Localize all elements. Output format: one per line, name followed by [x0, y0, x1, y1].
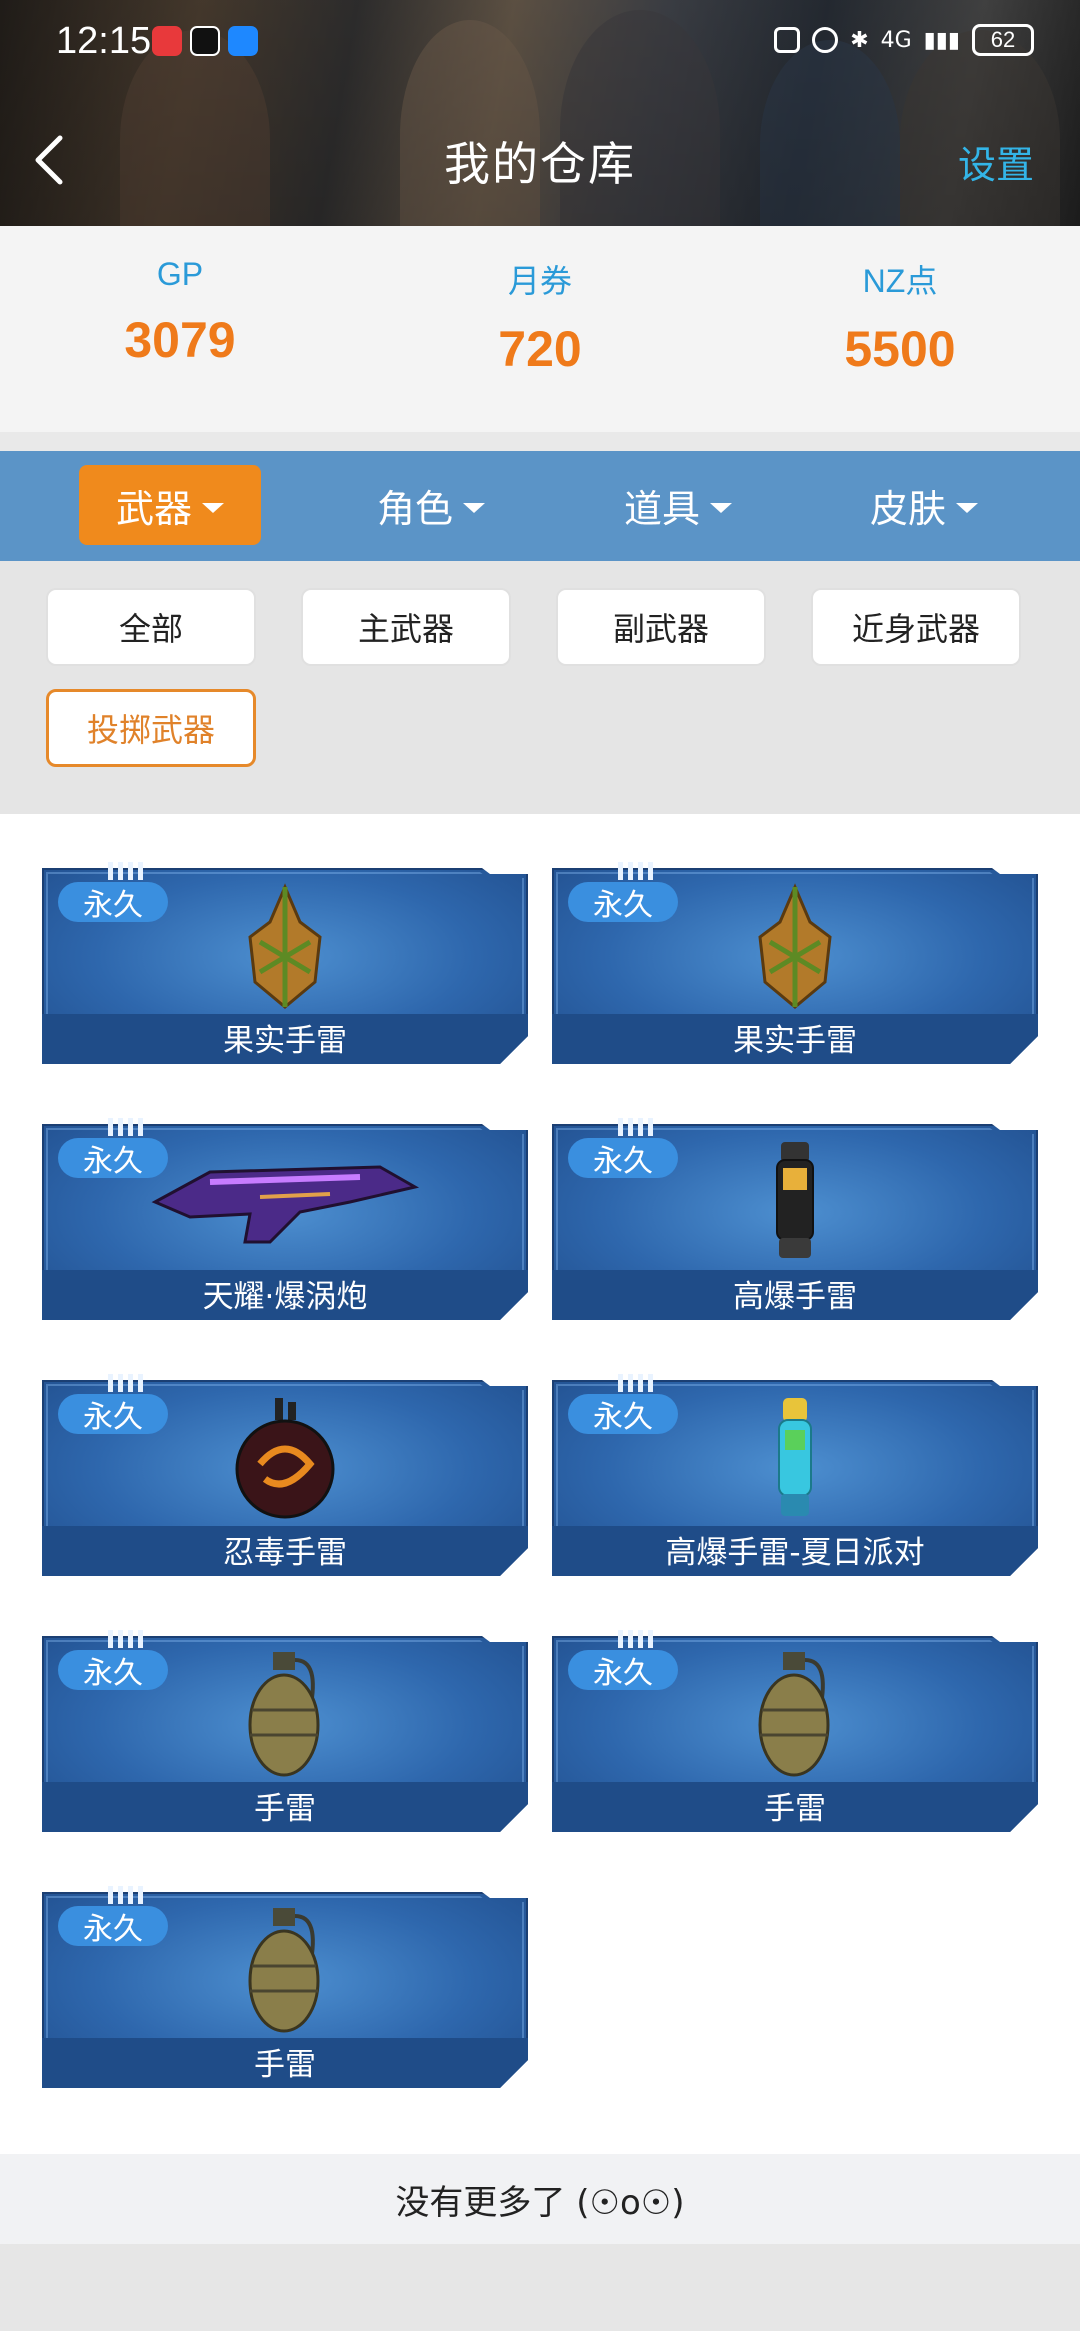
status-bar: 12:15 ✱ 4G ▮▮▮ 62 [0, 18, 1080, 68]
filter-secondary[interactable]: 副武器 [556, 588, 766, 666]
tab-weapons[interactable]: 武器 [79, 465, 261, 545]
fruit-grenade-icon [248, 883, 322, 1009]
stat-nz-points: NZ点 5500 [720, 226, 1080, 432]
frag-grenade-icon [248, 1908, 320, 2033]
stat-label: 月券 [507, 263, 572, 299]
battery-icon: 62 [972, 24, 1034, 56]
tab-label: 武器 [115, 486, 192, 531]
status-time: 12:15 [56, 20, 152, 62]
item-grid: 永久 果实手雷 永久 果实手雷 永久 天耀·爆涡炮 永久 高爆手雷 永久 忍毒手… [0, 814, 1080, 2154]
stat-value: 720 [498, 321, 582, 377]
app-notification-icon [152, 26, 182, 56]
tab-label: 角色 [376, 486, 453, 531]
stat-voucher: 月券 720 [360, 226, 720, 432]
item-card[interactable]: 永久 手雷 [42, 1886, 528, 2088]
fruit-grenade-icon [758, 883, 832, 1009]
item-card[interactable]: 永久 果实手雷 [552, 862, 1038, 1064]
item-name: 天耀·爆涡炮 [202, 1279, 368, 1315]
tab-label: 皮肤 [869, 486, 946, 531]
header-banner: 12:15 ✱ 4G ▮▮▮ 62 我的仓库 设置 [0, 0, 1080, 226]
summer-grenade-icon [778, 1398, 812, 1516]
item-card[interactable]: 永久 手雷 [552, 1630, 1038, 1832]
stat-value: 3079 [124, 312, 236, 368]
permanent-badge: 永久 [58, 1650, 168, 1691]
item-name: 手雷 [254, 1791, 316, 1827]
caret-down-icon [956, 503, 978, 513]
bottom-spacer [0, 2244, 1080, 2331]
he-grenade-icon [776, 1142, 814, 1258]
tab-skins[interactable]: 皮肤 [833, 465, 1015, 545]
tab-characters[interactable]: 角色 [340, 465, 522, 545]
bluetooth-icon: ✱ [850, 27, 869, 53]
notification-icons [152, 26, 258, 56]
item-card[interactable]: 永久 高爆手雷-夏日派对 [552, 1374, 1038, 1576]
permanent-badge: 永久 [58, 882, 168, 923]
alarm-icon [812, 27, 839, 53]
permanent-badge: 永久 [568, 1138, 678, 1179]
caret-down-icon [463, 503, 485, 513]
item-card[interactable]: 永久 忍毒手雷 [42, 1374, 528, 1576]
item-name: 果实手雷 [733, 1023, 857, 1059]
frag-grenade-icon [248, 1652, 320, 1777]
tab-label: 道具 [623, 486, 700, 531]
item-name: 高爆手雷 [733, 1279, 857, 1315]
caret-down-icon [202, 503, 224, 513]
no-more-message: 没有更多了 (☉o☉) [0, 2154, 1080, 2244]
item-card[interactable]: 永久 手雷 [42, 1630, 528, 1832]
weapon-filters: 全部 主武器 副武器 近身武器 投掷武器 [0, 561, 1080, 814]
stat-gp: GP 3079 [0, 226, 360, 432]
category-tabs: 武器 角色 道具 皮肤 [0, 451, 1080, 561]
item-name: 手雷 [764, 1791, 826, 1827]
filter-primary[interactable]: 主武器 [301, 588, 511, 666]
frag-grenade-icon [758, 1652, 830, 1777]
permanent-badge: 永久 [568, 882, 678, 923]
vortex-cannon-icon [151, 1165, 420, 1244]
item-name: 果实手雷 [223, 1023, 347, 1059]
stat-label: GP [156, 256, 204, 292]
permanent-badge: 永久 [58, 1906, 168, 1947]
network-label: 4G [880, 27, 912, 53]
item-name: 手雷 [254, 2047, 316, 2083]
item-card[interactable]: 永久 天耀·爆涡炮 [42, 1118, 528, 1320]
filter-all[interactable]: 全部 [46, 588, 256, 666]
filter-throwable[interactable]: 投掷武器 [46, 689, 256, 767]
item-name: 高爆手雷-夏日派对 [665, 1535, 925, 1571]
nfc-icon [774, 27, 801, 53]
filter-melee[interactable]: 近身武器 [811, 588, 1021, 666]
settings-button[interactable]: 设置 [958, 134, 1034, 189]
poison-grenade-icon [235, 1398, 335, 1519]
app-notification-icon [228, 26, 258, 56]
permanent-badge: 永久 [568, 1650, 678, 1691]
signal-icon: ▮▮▮ [923, 27, 960, 53]
item-card[interactable]: 永久 高爆手雷 [552, 1118, 1038, 1320]
item-name: 忍毒手雷 [223, 1535, 347, 1571]
permanent-badge: 永久 [58, 1394, 168, 1435]
currency-stats: GP 3079 月券 720 NZ点 5500 [0, 226, 1080, 432]
app-notification-icon [190, 26, 220, 56]
item-card[interactable]: 永久 果实手雷 [42, 862, 528, 1064]
tab-items[interactable]: 道具 [587, 465, 769, 545]
page-title: 我的仓库 [444, 137, 636, 191]
permanent-badge: 永久 [568, 1394, 678, 1435]
stat-label: NZ点 [862, 263, 938, 299]
stat-value: 5500 [844, 321, 956, 377]
caret-down-icon [710, 503, 732, 513]
